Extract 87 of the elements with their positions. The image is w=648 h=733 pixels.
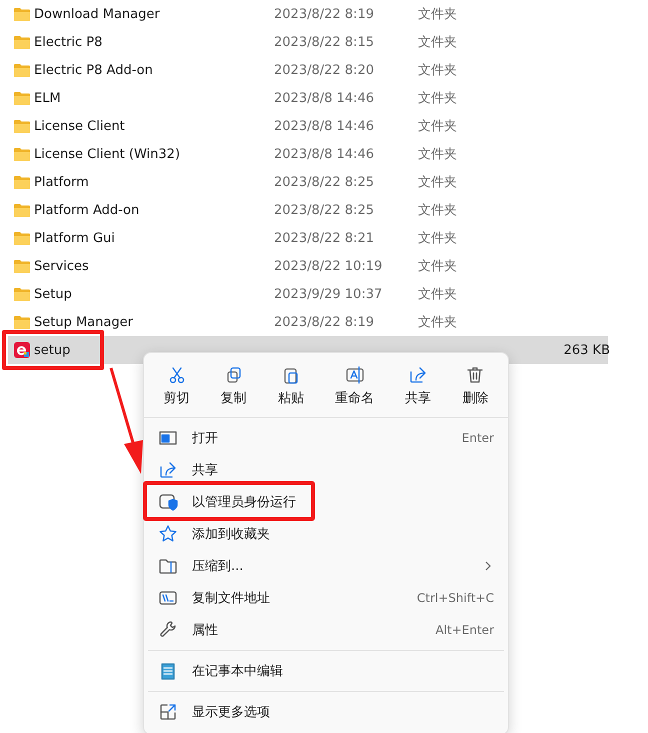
file-type: 文件夹 <box>418 174 458 191</box>
file-row[interactable]: Platform Add-on 2023/8/22 8:25 文件夹 <box>8 196 608 224</box>
menu-item[interactable]: 属性 Alt+Enter <box>144 614 508 646</box>
file-name: Electric P8 <box>34 34 104 50</box>
menu-item[interactable]: 在记事本中编辑 <box>144 655 508 687</box>
file-name: Setup Manager <box>34 314 134 330</box>
file-name: Download Manager <box>34 6 161 22</box>
file-type: 文件夹 <box>418 202 458 219</box>
menu-item[interactable]: 复制文件地址 Ctrl+Shift+C <box>144 582 508 614</box>
file-date: 2023/8/8 14:46 <box>274 146 375 162</box>
toolbar-button[interactable]: 复制 <box>216 363 251 409</box>
toolbar-button[interactable]: 共享 <box>401 363 436 409</box>
file-date: 2023/8/22 8:20 <box>274 62 375 78</box>
file-row[interactable]: Platform 2023/8/22 8:25 文件夹 <box>8 168 608 196</box>
folder-icon <box>14 203 30 217</box>
file-row[interactable]: Setup Manager 2023/8/22 8:19 文件夹 <box>8 308 608 336</box>
file-type: 文件夹 <box>418 62 458 79</box>
folder-icon <box>14 91 30 105</box>
file-size: 263 KB <box>562 342 611 358</box>
file-type: 文件夹 <box>418 230 458 247</box>
app-icon <box>14 342 30 358</box>
wrench-icon <box>158 620 178 640</box>
file-date: 2023/9/29 10:37 <box>274 286 384 302</box>
folder-icon <box>14 315 30 329</box>
file-row[interactable]: Setup 2023/9/29 10:37 文件夹 <box>8 280 608 308</box>
shield-icon <box>158 492 178 512</box>
file-name: Platform Add-on <box>34 202 140 218</box>
folder-icon <box>14 147 30 161</box>
star-icon <box>158 524 178 544</box>
external-link-icon <box>158 702 178 722</box>
file-name: Setup <box>34 286 73 302</box>
file-date: 2023/8/8 14:46 <box>274 118 375 134</box>
folder-icon <box>14 7 30 21</box>
share-icon <box>158 460 178 480</box>
file-date: 2023/8/22 8:21 <box>274 230 375 246</box>
file-name: ELM <box>34 90 62 106</box>
chevron-icon <box>484 560 492 572</box>
file-type: 文件夹 <box>418 258 458 275</box>
file-name: Services <box>34 258 90 274</box>
trash-icon <box>465 365 486 385</box>
file-date: 2023/8/22 8:19 <box>274 6 375 22</box>
menu-item[interactable]: 打开 Enter <box>144 422 508 454</box>
file-name: License Client <box>34 118 126 134</box>
file-row[interactable]: Electric P8 Add-on 2023/8/22 8:20 文件夹 <box>8 56 608 84</box>
file-date: 2023/8/8 14:46 <box>274 90 375 106</box>
file-date: 2023/8/22 8:19 <box>274 314 375 330</box>
file-type: 文件夹 <box>418 314 458 331</box>
folder-icon <box>14 175 30 189</box>
file-date: 2023/8/22 8:15 <box>274 34 375 50</box>
folder-icon <box>14 231 30 245</box>
file-type: 文件夹 <box>418 6 458 23</box>
menu-item[interactable]: 以管理员身份运行 <box>144 486 508 518</box>
rename-icon <box>344 365 365 385</box>
file-name: Electric P8 Add-on <box>34 62 154 78</box>
file-row[interactable]: Services 2023/8/22 10:19 文件夹 <box>8 252 608 280</box>
file-type: 文件夹 <box>418 286 458 303</box>
file-row[interactable]: Electric P8 2023/8/22 8:15 文件夹 <box>8 28 608 56</box>
file-name: Platform <box>34 174 90 190</box>
file-date: 2023/8/22 10:19 <box>274 258 384 274</box>
folder-icon <box>14 63 30 77</box>
folder-icon <box>14 259 30 273</box>
file-row[interactable]: Platform Gui 2023/8/22 8:21 文件夹 <box>8 224 608 252</box>
folder-icon <box>14 119 30 133</box>
toolbar-button[interactable]: 粘贴 <box>274 363 308 409</box>
menu-item[interactable]: 压缩到... <box>144 550 508 582</box>
file-date: 2023/8/22 8:25 <box>274 174 375 190</box>
file-name: Platform Gui <box>34 230 116 246</box>
file-row[interactable]: License Client 2023/8/8 14:46 文件夹 <box>8 112 608 140</box>
menu-item[interactable]: 显示更多选项 <box>144 696 508 728</box>
file-type: 文件夹 <box>418 146 458 163</box>
toolbar-button[interactable]: 剪切 <box>160 363 194 409</box>
file-row[interactable]: License Client (Win32) 2023/8/8 14:46 文件夹 <box>8 140 608 168</box>
menu-item[interactable]: 添加到收藏夹 <box>144 518 508 550</box>
file-row[interactable]: Download Manager 2023/8/22 8:19 文件夹 <box>8 0 608 28</box>
folder-icon <box>14 35 30 49</box>
file-type: 文件夹 <box>418 34 458 51</box>
file-name: setup <box>34 342 72 358</box>
file-date: 2023/8/22 8:25 <box>274 202 375 218</box>
toolbar-button[interactable]: 重命名 <box>331 363 378 409</box>
menu-item[interactable]: 共享 <box>144 454 508 486</box>
file-name: License Client (Win32) <box>34 146 182 162</box>
toolbar-button[interactable]: 删除 <box>458 363 492 409</box>
file-type: 文件夹 <box>418 118 458 135</box>
file-type: 文件夹 <box>418 90 458 107</box>
file-row[interactable]: ELM 2023/8/8 14:46 文件夹 <box>8 84 608 112</box>
share-icon <box>408 365 428 385</box>
folder-icon <box>14 287 30 301</box>
